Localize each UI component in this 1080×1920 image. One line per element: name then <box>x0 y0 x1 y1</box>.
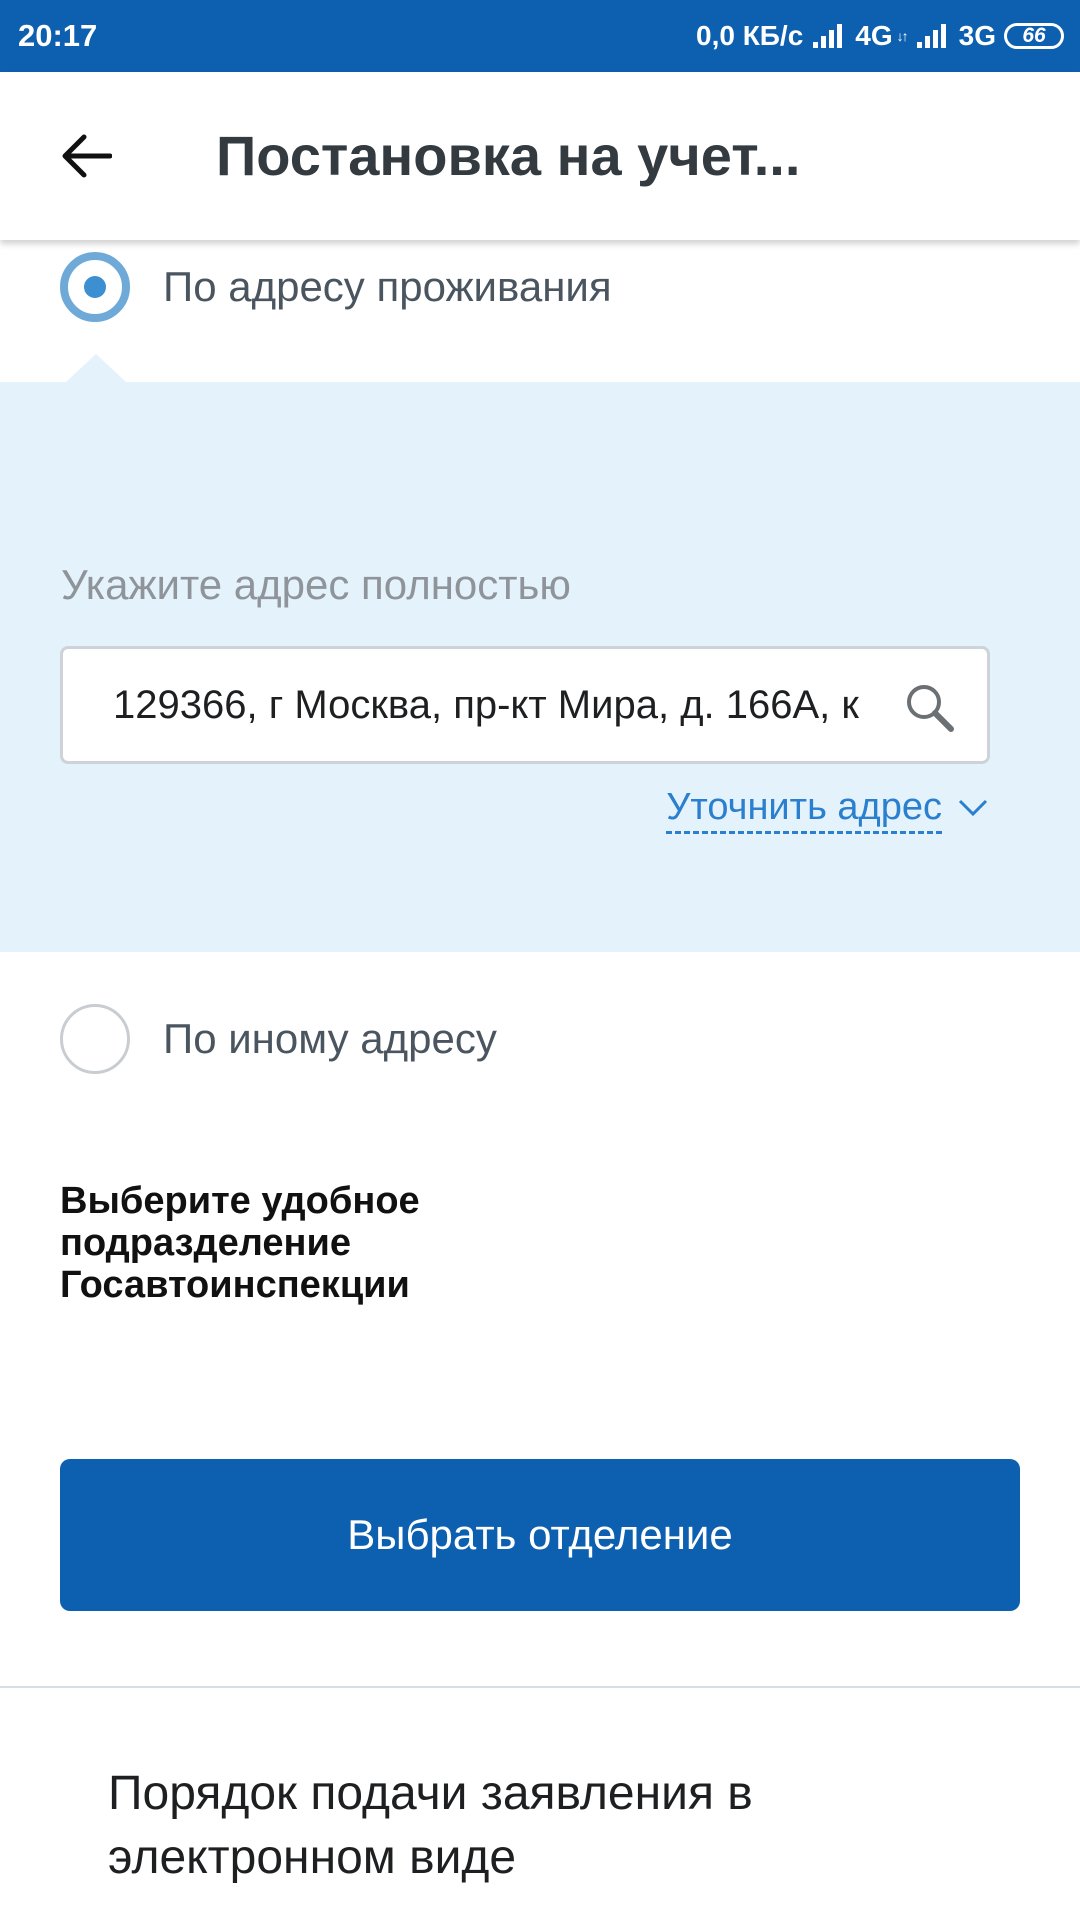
network-speed: 0,0 КБ/с <box>696 20 804 51</box>
radio-residence-address[interactable] <box>60 252 130 322</box>
address-input[interactable] <box>113 649 903 761</box>
refine-address-link[interactable]: Уточнить адрес <box>666 780 988 836</box>
address-field-caption: Укажите адрес полностью <box>61 561 571 608</box>
address-input-container <box>60 646 990 764</box>
battery-icon: 66 <box>1004 23 1064 49</box>
application-procedure-link[interactable]: Порядок подачи заявления в электронном в… <box>108 1762 1008 1890</box>
panel-notch <box>66 354 126 382</box>
status-bar: 20:17 0,0 КБ/с 4G ↓↑ 3G 66 <box>0 0 1080 72</box>
select-department-button[interactable]: Выбрать отделение <box>60 1459 1020 1611</box>
status-indicators: 0,0 КБ/с 4G ↓↑ 3G 66 <box>696 0 1064 72</box>
back-button[interactable] <box>44 114 128 198</box>
back-arrow-icon <box>62 134 112 178</box>
refine-address-label[interactable]: Уточнить адрес <box>666 783 942 834</box>
signal-icon <box>813 24 843 48</box>
network-type-2: 3G <box>958 20 996 51</box>
search-icon[interactable] <box>903 681 955 733</box>
chevron-down-icon[interactable] <box>958 798 988 818</box>
page-title: Постановка на учет... <box>216 124 801 187</box>
divider <box>0 1686 1080 1688</box>
data-arrows-icon: ↓↑ <box>896 28 909 44</box>
radio-residence-address-label[interactable]: По адресу проживания <box>163 262 612 312</box>
app-header: Постановка на учет... <box>0 72 1080 240</box>
radio-other-address-label[interactable]: По иному адресу <box>163 1014 497 1064</box>
radio-other-address[interactable] <box>60 1004 130 1074</box>
network-type-1: 4G <box>855 20 893 51</box>
department-heading: Выберите удобное подразделение Госавтоин… <box>60 1180 420 1306</box>
signal-icon <box>916 24 946 48</box>
status-time: 20:17 <box>18 18 98 53</box>
